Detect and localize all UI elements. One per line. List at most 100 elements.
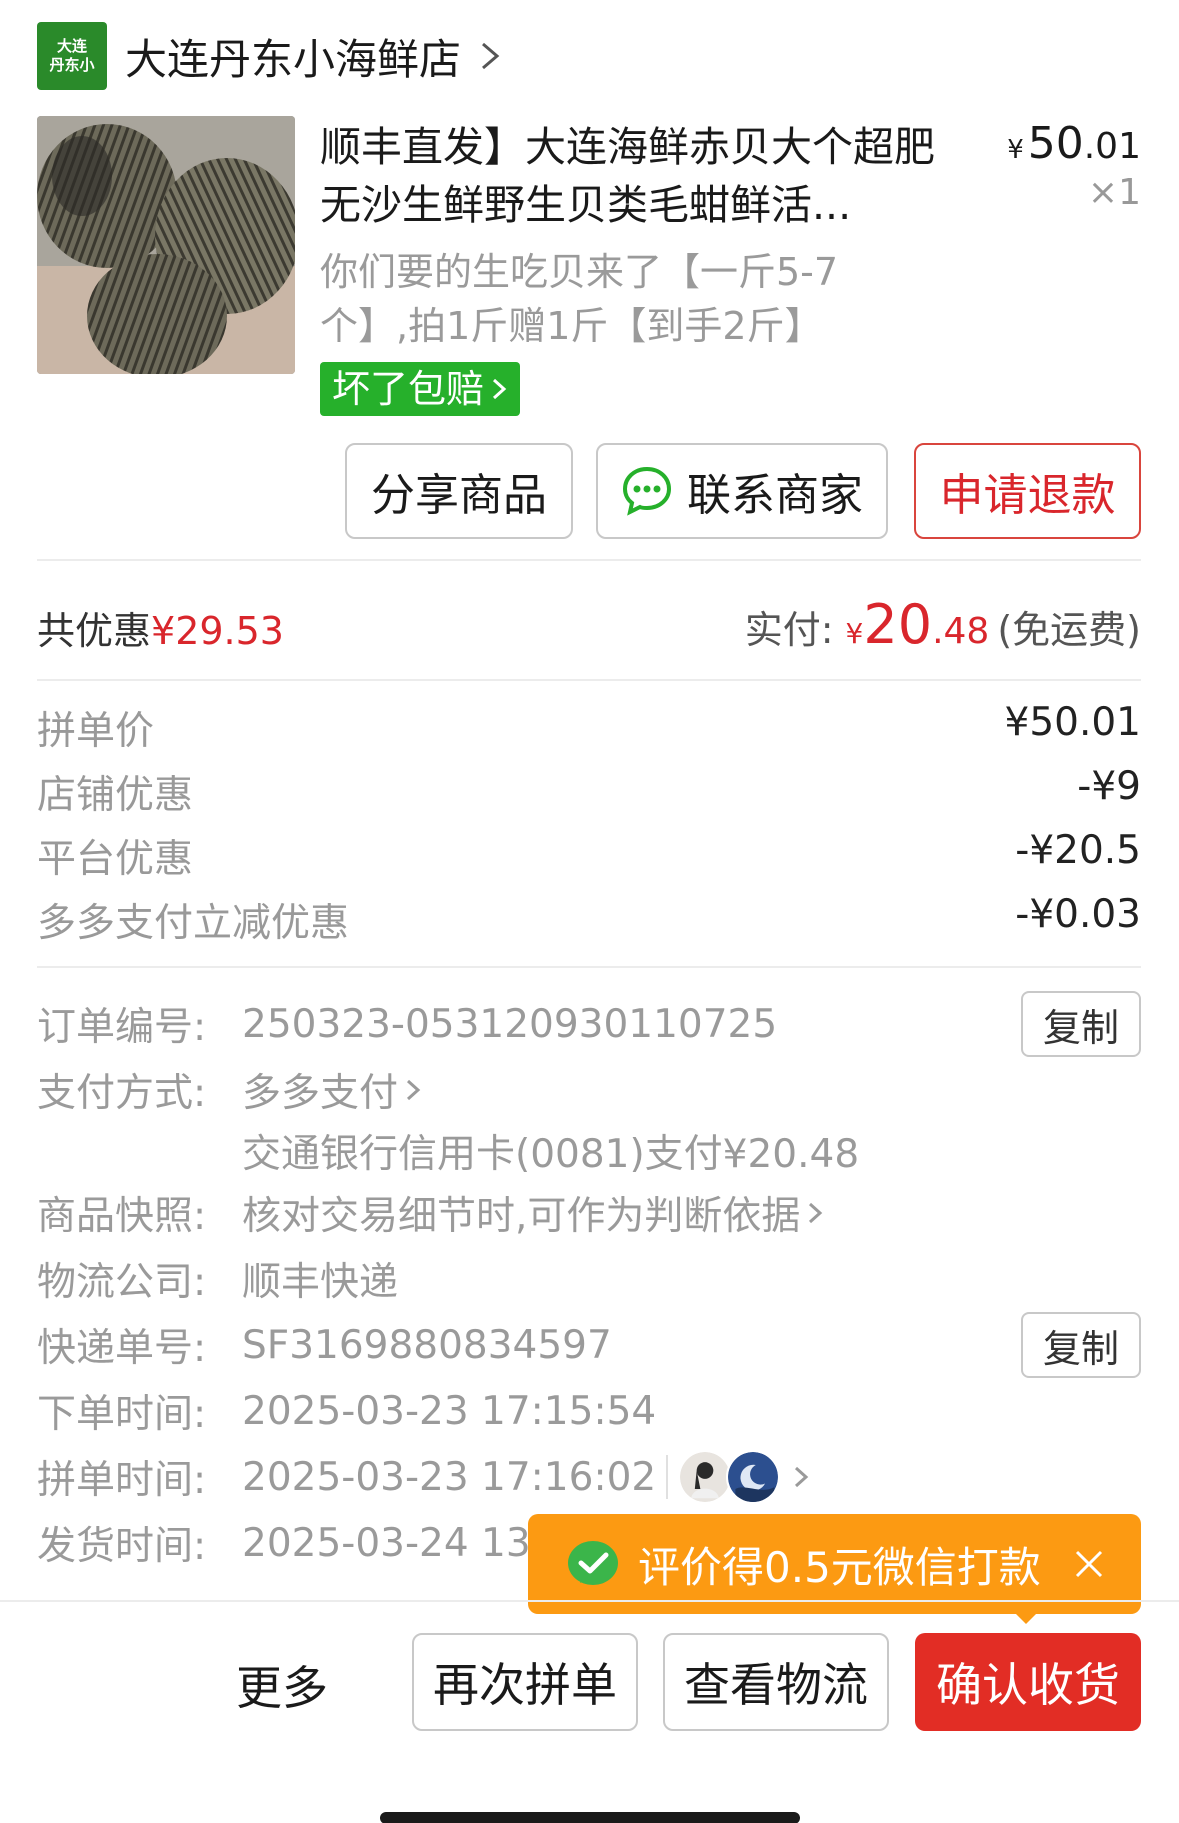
close-icon[interactable] [1071, 1546, 1107, 1582]
order-time-label: 下单时间: [37, 1392, 207, 1437]
confirm-receipt-label: 确认收货 [936, 1658, 1120, 1712]
product-title[interactable]: 顺丰直发】大连海鲜赤贝大个超肥无沙生鲜野生贝类毛蚶鲜活... [320, 118, 940, 234]
order-number-row: 订单编号: 250323-053120930110725 [37, 996, 777, 1052]
price-row-label: 拼单价 [37, 709, 155, 754]
confirm-receipt-button[interactable]: 确认收货 [915, 1633, 1141, 1731]
paid-label: 实付: [744, 608, 834, 652]
price-row-label: 平台优惠 [37, 837, 194, 882]
divider [37, 559, 1141, 561]
chevron-right-icon [809, 1202, 823, 1224]
product-spec: 你们要的生吃贝来了【一斤5-7个】,拍1斤赠1斤【到手2斤】 [320, 250, 839, 348]
snapshot-text: 核对交易细节时,可作为判断依据 [242, 1194, 801, 1239]
view-logistics-button[interactable]: 查看物流 [663, 1633, 889, 1731]
price-row-value: ¥50.01 [1004, 700, 1141, 745]
view-logistics-label: 查看物流 [684, 1658, 868, 1712]
chat-bubble-icon [622, 466, 672, 516]
paid-currency: ¥ [845, 617, 864, 650]
price-integer: 50 [1027, 118, 1084, 169]
paid-integer: 20 [863, 593, 933, 656]
bottom-bar-divider [0, 1600, 1179, 1602]
price-row-value: -¥9 [1077, 764, 1141, 809]
apply-refund-button[interactable]: 申请退款 [914, 443, 1141, 539]
chevron-right-icon [482, 42, 500, 70]
shop-logo: 大连 丹东小 [37, 22, 107, 90]
order-time-row: 下单时间: 2025-03-23 17:15:54 [37, 1383, 656, 1439]
shop-logo-line1: 大连 [56, 37, 87, 55]
price-currency: ¥ [1007, 135, 1024, 165]
shipping-note: (免运费) [997, 608, 1141, 652]
contact-merchant-button[interactable]: 联系商家 [596, 443, 888, 539]
group-time-value: 2025-03-23 17:16:02 [242, 1454, 657, 1500]
divider [37, 966, 1141, 968]
chevron-right-icon [493, 378, 507, 400]
apply-refund-label: 申请退款 [939, 470, 1116, 521]
snapshot-label: 商品快照: [37, 1194, 207, 1239]
price-decimal: .01 [1083, 126, 1141, 167]
total-savings: 共优惠¥29.53 [37, 600, 284, 655]
group-time: 2025-03-23 17:16:02 [242, 1450, 812, 1504]
wechat-pay-icon [568, 1541, 618, 1585]
home-indicator [380, 1812, 800, 1823]
divider [37, 679, 1141, 681]
product-photo [37, 116, 295, 374]
more-button[interactable]: 更多 [236, 1652, 328, 1718]
ship-time: 2025-03-24 13 [242, 1520, 531, 1566]
price-row-label: 多多支付立减优惠 [37, 901, 350, 946]
payment-detail-row: 交通银行信用卡(0081)支付¥20.48 [242, 1123, 859, 1179]
courier-row: 物流公司: 顺丰快递 [37, 1251, 398, 1307]
shop-logo-line2: 丹东小 [49, 56, 95, 74]
group-time-label: 拼单时间: [37, 1458, 207, 1503]
order-time: 2025-03-23 17:15:54 [242, 1388, 657, 1434]
order-number-label: 订单编号: [37, 1005, 207, 1050]
tracking-label: 快递单号: [37, 1326, 207, 1371]
price-row: 店铺优惠 -¥9 [37, 764, 1141, 820]
avatar [726, 1450, 781, 1504]
snapshot-row[interactable]: 商品快照: 核对交易细节时,可作为判断依据 [37, 1185, 826, 1241]
avatar [678, 1450, 733, 1504]
copy-label: 复制 [1042, 1005, 1119, 1050]
product-quantity: ×1 [1087, 172, 1141, 213]
payment-method-row[interactable]: 支付方式: 多多支付 [37, 1062, 424, 1118]
separator [666, 1455, 669, 1499]
courier-name: 顺丰快递 [242, 1260, 399, 1305]
contact-merchant-label: 联系商家 [687, 470, 863, 521]
guarantee-label: 坏了包赔 [332, 367, 485, 411]
ship-time-label: 发货时间: [37, 1524, 207, 1569]
price-row-label: 店铺优惠 [37, 773, 194, 818]
shop-name[interactable]: 大连丹东小海鲜店 [125, 26, 461, 87]
share-product-label: 分享商品 [371, 470, 547, 521]
ship-time-row: 发货时间: 2025-03-24 13 [37, 1515, 531, 1571]
courier-label: 物流公司: [37, 1260, 207, 1305]
price-row-value: -¥20.5 [1015, 828, 1141, 873]
amount-paid: 实付: ¥20.48 (免运费) [745, 593, 1141, 656]
reorder-button[interactable]: 再次拼单 [412, 1633, 638, 1731]
chevron-right-icon [407, 1079, 421, 1101]
reorder-label: 再次拼单 [433, 1658, 617, 1712]
copy-label: 复制 [1042, 1326, 1119, 1371]
savings-value: ¥29.53 [151, 609, 284, 653]
product-image[interactable] [37, 116, 295, 374]
payment-method-name: 多多支付 [242, 1071, 399, 1116]
tracking-row: 快递单号: SF3169880834597 [37, 1317, 612, 1373]
toast-pointer [1014, 1612, 1038, 1624]
price-row: 多多支付立减优惠 -¥0.03 [37, 892, 1141, 948]
payment-method: 多多支付 [242, 1062, 424, 1118]
review-reward-toast[interactable]: 评价得0.5元微信打款 [528, 1514, 1141, 1614]
group-time-row[interactable]: 拼单时间: 2025-03-23 17:16:02 [37, 1449, 812, 1505]
price-row: 平台优惠 -¥20.5 [37, 828, 1141, 884]
chevron-right-icon [795, 1466, 809, 1488]
price-row: 拼单价 ¥50.01 [37, 700, 1141, 756]
snapshot-value: 核对交易细节时,可作为判断依据 [242, 1185, 826, 1241]
review-reward-text: 评价得0.5元微信打款 [638, 1542, 1041, 1592]
copy-order-number-button[interactable]: 复制 [1021, 991, 1141, 1057]
savings-label: 共优惠 [37, 609, 152, 653]
payment-detail: 交通银行信用卡(0081)支付¥20.48 [242, 1132, 860, 1177]
payment-method-label: 支付方式: [37, 1071, 207, 1116]
order-number: 250323-053120930110725 [242, 1001, 778, 1047]
shop-header[interactable]: 大连 丹东小 大连丹东小海鲜店 [37, 22, 505, 90]
product-price: ¥50.01 [1007, 118, 1141, 169]
copy-tracking-number-button[interactable]: 复制 [1021, 1312, 1141, 1378]
guarantee-badge[interactable]: 坏了包赔 [320, 362, 521, 416]
tracking-number: SF3169880834597 [242, 1322, 612, 1368]
share-product-button[interactable]: 分享商品 [345, 443, 573, 539]
